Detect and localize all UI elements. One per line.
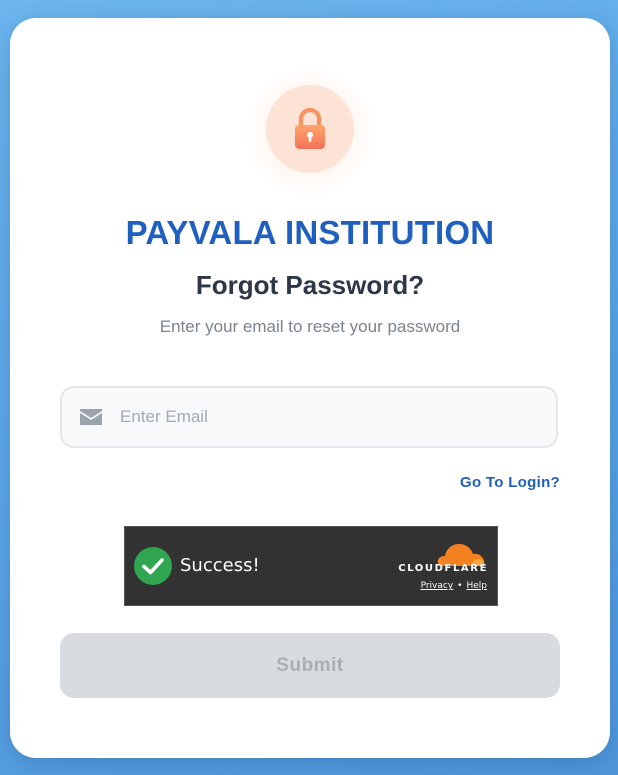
envelope-icon (80, 409, 102, 425)
page-title: Forgot Password? (195, 270, 425, 300)
captcha-links: Privacy • Help (421, 581, 487, 591)
lock-icon (295, 107, 325, 149)
checkmark-icon (142, 558, 164, 575)
institution-name: PAYVALA INSTITUTION (125, 214, 495, 251)
forgot-password-card: PAYVALA INSTITUTION Forgot Password? Ent… (10, 18, 610, 758)
captcha-status-text: Success! (180, 555, 260, 576)
captcha-success-indicator (134, 547, 172, 585)
page-subtitle: Enter your email to reset your password (159, 317, 461, 336)
email-input[interactable] (120, 388, 540, 446)
cloudflare-captcha-widget[interactable]: Success! CLOUDFLARE Privacy • Help (124, 526, 498, 606)
link-separator: • (457, 581, 463, 591)
captcha-privacy-link[interactable]: Privacy (421, 581, 454, 591)
lock-badge (266, 85, 354, 173)
captcha-help-link[interactable]: Help (466, 581, 487, 591)
email-field-container[interactable] (60, 386, 558, 448)
cloudflare-wordmark: CLOUDFLARE (398, 563, 488, 574)
go-to-login-link[interactable]: Go To Login? (460, 474, 560, 491)
submit-button[interactable]: Submit (60, 633, 560, 698)
